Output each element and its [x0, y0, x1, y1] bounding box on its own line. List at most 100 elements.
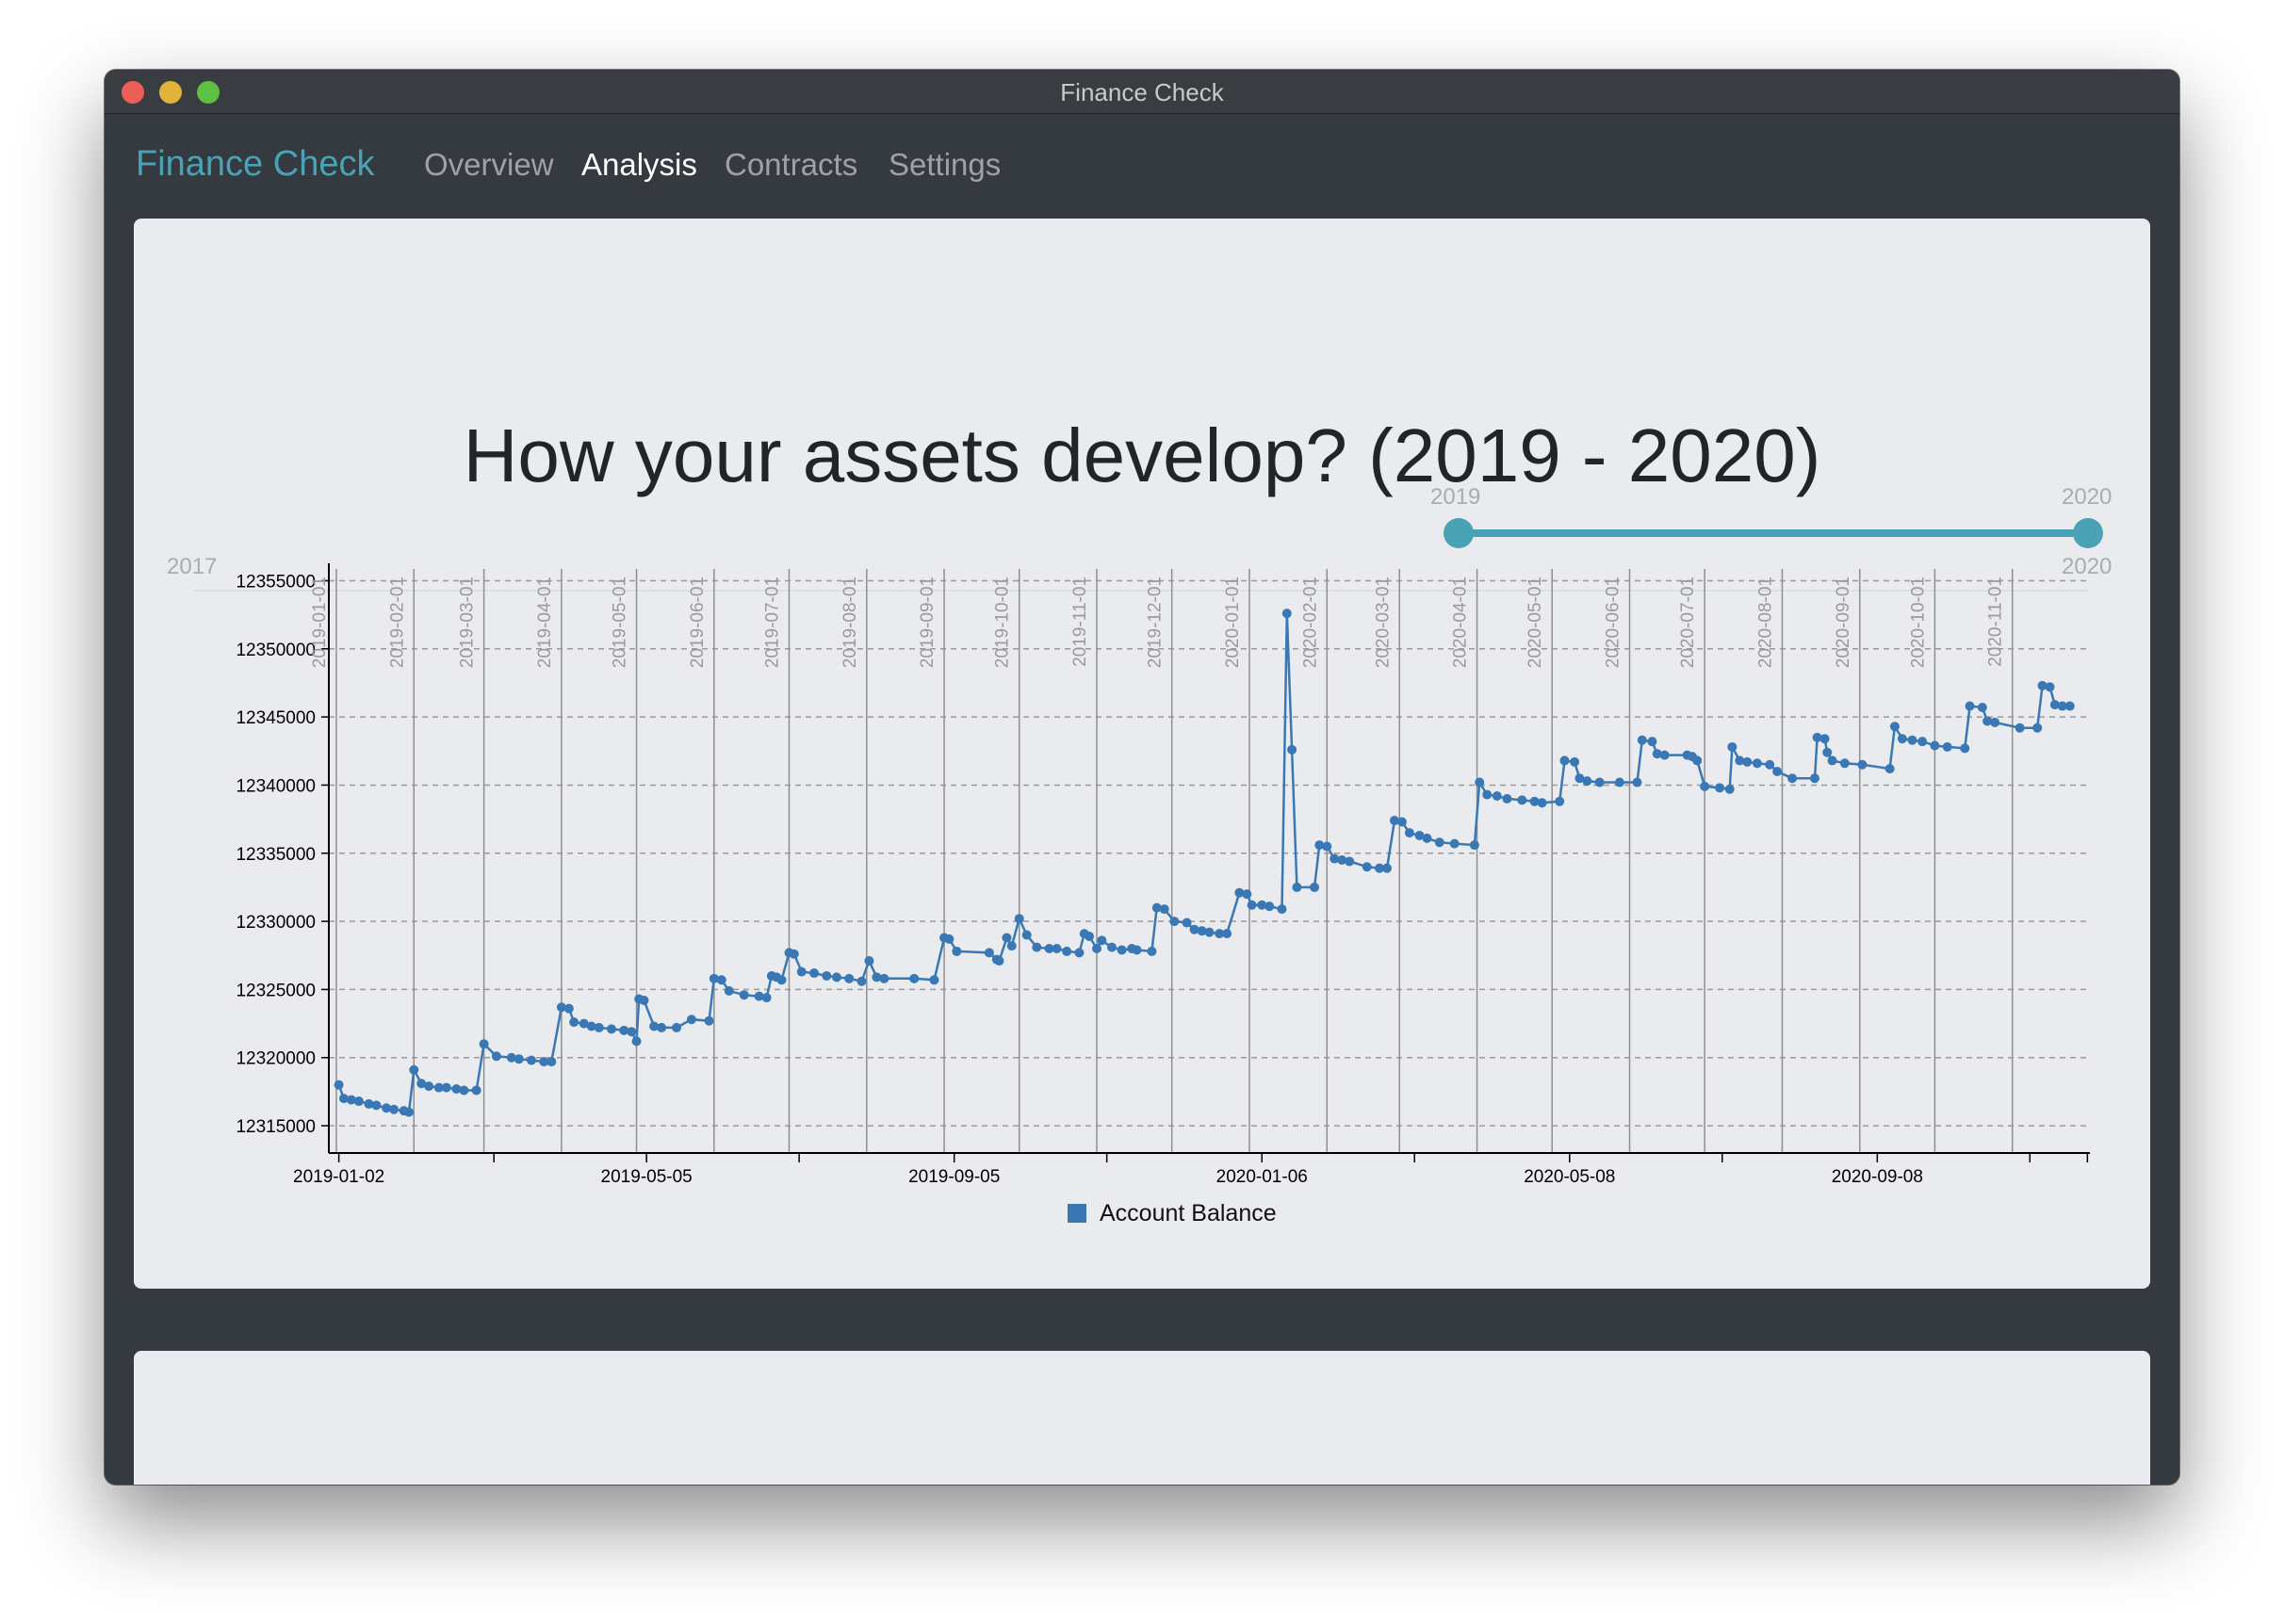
y-tick-label: 12330000 [236, 913, 316, 933]
data-point [1772, 766, 1783, 776]
data-point [1692, 755, 1703, 766]
y-tick-label: 12315000 [236, 1117, 316, 1137]
data-point [1647, 737, 1657, 747]
data-point [1822, 747, 1833, 757]
x-tick-label: 2020-01-06 [1216, 1167, 1308, 1187]
nav-item-overview[interactable]: Overview [424, 147, 554, 183]
month-marker-label: 2019-05-01 [611, 577, 630, 668]
y-tick-label: 12325000 [236, 981, 316, 1000]
data-point [1659, 750, 1670, 760]
data-point [2045, 682, 2055, 692]
month-marker-label: 2020-11-01 [1986, 577, 2006, 667]
data-point [627, 1027, 637, 1037]
month-marker-label: 2019-11-01 [1070, 577, 1090, 667]
data-point [1310, 882, 1320, 892]
data-point [1502, 793, 1512, 804]
data-point [704, 1015, 714, 1026]
data-point [1930, 740, 1940, 751]
data-point [514, 1054, 524, 1064]
data-point [1132, 945, 1142, 955]
data-point [631, 1036, 642, 1047]
data-point [1492, 791, 1502, 802]
nav-item-contracts[interactable]: Contracts [725, 147, 857, 183]
data-point [657, 1022, 667, 1032]
month-marker-label: 2019-06-01 [688, 577, 708, 668]
month-marker-label: 2019-09-01 [918, 577, 938, 668]
data-point [1555, 796, 1565, 806]
data-point [389, 1104, 400, 1114]
data-point [606, 1024, 616, 1034]
data-point [1917, 737, 1928, 747]
data-point [1204, 927, 1215, 937]
data-point [1632, 777, 1642, 788]
data-point [1032, 942, 1042, 952]
month-marker-label: 2019-10-01 [993, 577, 1013, 668]
month-marker-label: 2019-07-01 [762, 577, 782, 668]
data-point [441, 1082, 451, 1093]
title-bar: Finance Check [105, 70, 2179, 114]
data-point [776, 975, 787, 985]
y-tick-label: 12320000 [236, 1049, 316, 1069]
data-point [1884, 764, 1895, 774]
data-point [1482, 789, 1493, 800]
data-point [856, 976, 867, 986]
brand-link[interactable]: Finance Check [136, 144, 374, 185]
data-point [1292, 882, 1302, 892]
month-marker-label: 2020-09-01 [1834, 577, 1853, 668]
data-point [471, 1085, 481, 1096]
data-point [1897, 734, 1907, 744]
window-title: Finance Check [1060, 78, 1224, 106]
y-tick-label: 12335000 [236, 845, 316, 865]
data-point [1362, 862, 1372, 872]
data-point [1062, 946, 1072, 956]
data-point [1960, 743, 1970, 754]
data-point [1264, 901, 1275, 912]
nav-item-analysis[interactable]: Analysis [581, 147, 697, 183]
data-point [1159, 904, 1169, 915]
data-point [686, 1015, 696, 1025]
data-point [1147, 946, 1157, 956]
y-tick-label: 12345000 [236, 708, 316, 728]
data-point [952, 946, 962, 956]
data-point [1765, 759, 1775, 770]
month-marker-label: 2019-04-01 [535, 577, 555, 668]
y-tick-label: 12340000 [236, 776, 316, 796]
data-point [1396, 817, 1407, 827]
legend-swatch [1068, 1204, 1086, 1223]
month-marker-label: 2020-08-01 [1755, 577, 1775, 668]
account-balance-line [337, 613, 2070, 1114]
nav-item-settings[interactable]: Settings [889, 147, 1001, 183]
navbar: Finance Check Overview Analysis Contract… [105, 114, 2179, 199]
data-point [1422, 833, 1432, 843]
data-point [1990, 717, 2000, 727]
data-point [1021, 930, 1032, 940]
data-point [1169, 917, 1180, 927]
data-point [1097, 935, 1107, 946]
data-point [796, 966, 807, 977]
data-point [1942, 741, 1952, 752]
data-point [1614, 777, 1624, 788]
data-point [1724, 784, 1735, 794]
data-point [479, 1039, 489, 1049]
month-marker-label: 2020-05-01 [1525, 577, 1545, 668]
data-point [944, 934, 954, 944]
data-point [809, 968, 820, 979]
data-point [459, 1085, 469, 1096]
month-marker-label: 2019-12-01 [1146, 577, 1166, 668]
data-point [672, 1022, 682, 1032]
month-marker-label: 2019-08-01 [840, 577, 860, 668]
legend-label: Account Balance [1100, 1200, 1277, 1226]
data-point [569, 1017, 579, 1028]
data-point [1106, 942, 1117, 952]
y-tick-label: 12355000 [236, 572, 316, 592]
analysis-card: How your assets develop? (2019 - 2020) 2… [134, 219, 2150, 1289]
data-point [1381, 863, 1392, 873]
data-point [1637, 735, 1647, 745]
month-marker-label: 2020-03-01 [1373, 577, 1393, 668]
data-point [1787, 773, 1798, 784]
data-point [547, 1057, 557, 1067]
data-point [909, 973, 920, 983]
data-point [1281, 609, 1292, 619]
data-point [929, 975, 939, 985]
app-window: Finance Check Finance Check Overview Ana… [105, 70, 2179, 1485]
